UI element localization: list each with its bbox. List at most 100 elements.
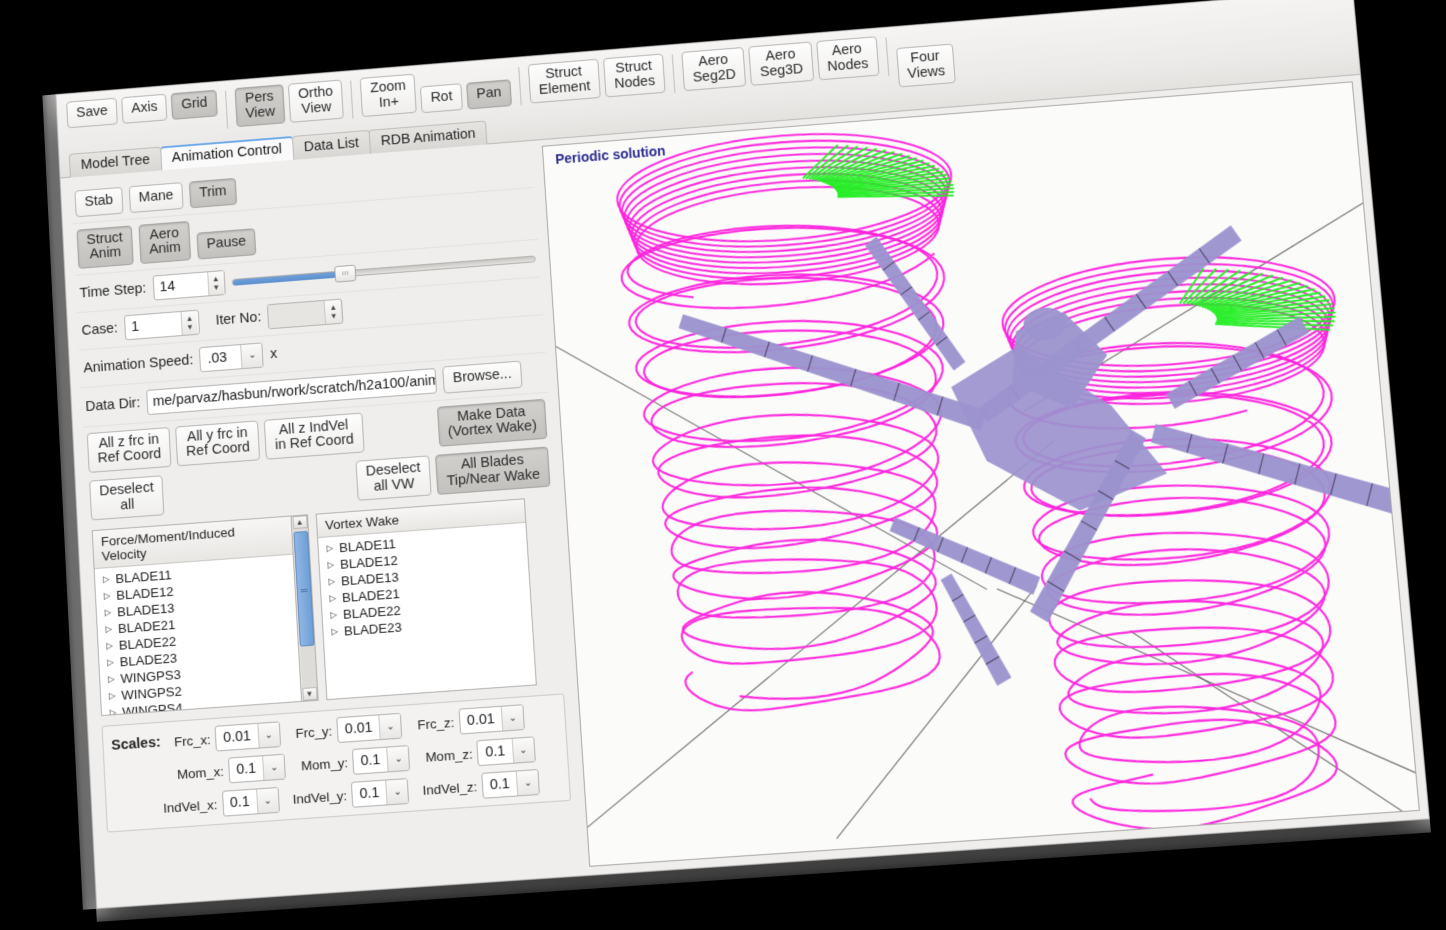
expand-triangle-icon[interactable]: ▷ xyxy=(326,543,333,554)
case-spinner[interactable]: ▲▼ xyxy=(123,309,200,341)
case-label: Case: xyxy=(81,320,119,339)
iter-no-stepper-arrows[interactable]: ▲ ▼ xyxy=(324,299,342,324)
struct-element-button[interactable]: Struct Element xyxy=(527,58,601,104)
scroll-down-button[interactable]: ▼ xyxy=(301,687,318,702)
expand-triangle-icon[interactable]: ▷ xyxy=(105,624,112,635)
indvel-z-combo[interactable]: 0.1 ⌄ xyxy=(481,769,541,800)
expand-triangle-icon[interactable]: ▷ xyxy=(103,591,110,602)
toolbar-separator-1 xyxy=(224,90,229,129)
expand-triangle-icon[interactable]: ▷ xyxy=(108,674,115,685)
save-button[interactable]: Save xyxy=(66,97,118,129)
stab-button[interactable]: Stab xyxy=(74,186,124,218)
pan-button[interactable]: Pan xyxy=(466,79,512,110)
expand-triangle-icon[interactable]: ▷ xyxy=(107,657,114,668)
aero-seg3d-button[interactable]: Aero Seg3D xyxy=(748,41,814,87)
frc-z-label: Frc_z: xyxy=(417,714,455,733)
iter-no-spinner[interactable]: ▲ ▼ xyxy=(267,298,344,330)
slider-handle[interactable]: ııı xyxy=(334,264,357,283)
chevron-down-icon[interactable]: ⌄ xyxy=(256,722,280,748)
expand-triangle-icon[interactable]: ▷ xyxy=(331,626,338,637)
indvel-y-label: IndVel_y: xyxy=(292,787,348,807)
expand-triangle-icon[interactable]: ▷ xyxy=(328,576,335,587)
iter-no-input[interactable] xyxy=(268,300,326,329)
force-moment-induced-velocity-list[interactable]: Force/Moment/Induced Velocity ▷ BLADE11 ▷ B… xyxy=(91,515,303,717)
frc-x-combo[interactable]: 0.01 ⌄ xyxy=(214,721,281,752)
chevron-down-icon[interactable]: ⌄ xyxy=(378,714,402,740)
indvel-y-combo[interactable]: 0.1 ⌄ xyxy=(351,778,410,809)
time-step-spinner[interactable]: ▲▼ xyxy=(152,270,226,301)
indvel-x-combo[interactable]: 0.1 ⌄ xyxy=(221,787,280,817)
deselect-all-vw-button[interactable]: Deselect all VW xyxy=(355,455,432,502)
frc-y-combo[interactable]: 0.01 ⌄ xyxy=(336,713,403,744)
all-z-frc-ref-coord-button[interactable]: All z frc in Ref Coord xyxy=(86,426,172,473)
expand-triangle-icon[interactable]: ▷ xyxy=(327,560,334,571)
animation-speed-value: .03 xyxy=(207,349,228,367)
chevron-down-icon[interactable]: ⌄ xyxy=(500,705,524,731)
time-step-input[interactable] xyxy=(153,272,209,300)
case-input[interactable] xyxy=(124,311,182,340)
3d-viewport[interactable]: Periodic solution xyxy=(541,81,1420,867)
four-views-button[interactable]: Four Views xyxy=(895,43,956,88)
all-y-frc-ref-coord-button[interactable]: All y frc in Ref Coord xyxy=(175,420,261,467)
case-stepper-arrows[interactable]: ▲ ▼ xyxy=(180,310,198,336)
trim-button[interactable]: Trim xyxy=(188,177,237,208)
application-window-wrapper: Save Axis Grid Pers View Ortho View Zoom… xyxy=(42,0,1432,923)
mane-button[interactable]: Mane xyxy=(128,182,184,213)
list-item-label: WINGPS4 xyxy=(121,700,183,716)
chevron-down-icon[interactable]: ⌄ xyxy=(240,343,264,369)
chevron-down-icon[interactable]: ⌄ xyxy=(385,779,409,805)
axis-button[interactable]: Axis xyxy=(121,93,168,124)
expand-triangle-icon[interactable]: ▷ xyxy=(109,707,116,715)
chevron-down-icon[interactable]: ⌄ xyxy=(511,737,535,764)
time-step-label: Time Step: xyxy=(79,280,147,302)
aero-seg2d-button[interactable]: Aero Seg2D xyxy=(681,46,747,92)
scale-frc-y: Frc_y: 0.01 ⌄ xyxy=(295,713,403,746)
all-z-indvel-ref-coord-button[interactable]: All z IndVel in Ref Coord xyxy=(263,412,365,460)
frc-z-combo[interactable]: 0.01 ⌄ xyxy=(458,704,525,735)
toolbar-group-structure: Struct Element Struct Nodes xyxy=(527,53,666,104)
rot-button[interactable]: Rot xyxy=(420,83,463,113)
make-data-vortex-wake-button[interactable]: Make Data (Vortex Wake) xyxy=(436,398,548,447)
frc-z-value: 0.01 xyxy=(466,711,496,730)
zoom-in-button[interactable]: Zoom In+ xyxy=(359,73,418,118)
toolbar-group-aero: Aero Seg2D Aero Seg3D Aero Nodes xyxy=(681,36,880,92)
deselect-all-button[interactable]: Deselect all xyxy=(89,475,165,521)
force-list-items[interactable]: ▷ BLADE11 ▷ BLADE12 ▷ BLADE13 ▷ BLADE21 ▷ BLADE22… xyxy=(95,555,301,716)
indvel-y-value: 0.1 xyxy=(359,785,380,803)
all-blades-tip-near-wake-button[interactable]: All Blades Tip/Near Wake xyxy=(435,446,551,496)
expand-triangle-icon[interactable]: ▷ xyxy=(329,593,336,604)
scroll-up-button[interactable]: ▲ xyxy=(292,515,308,530)
toolbar-separator-4 xyxy=(671,54,676,93)
scale-mom-z: Mom_z: 0.1 ⌄ xyxy=(425,736,536,770)
ortho-view-button[interactable]: Ortho View xyxy=(287,79,345,124)
frc-y-label: Frc_y: xyxy=(295,723,333,741)
aero-anim-button[interactable]: Aero Anim xyxy=(138,220,192,265)
struct-anim-button[interactable]: Struct Anim xyxy=(76,225,134,269)
mom-y-label: Mom_y: xyxy=(300,755,349,774)
expand-triangle-icon[interactable]: ▷ xyxy=(330,610,337,621)
vortex-wake-list[interactable]: Vortex Wake ▷ BLADE11 ▷ BLADE12 ▷ BLADE13 ▷ BLA… xyxy=(315,498,537,701)
struct-nodes-button[interactable]: Struct Nodes xyxy=(602,53,666,98)
browse-button[interactable]: Browse... xyxy=(442,360,523,394)
mom-x-combo[interactable]: 0.1 ⌄ xyxy=(228,753,287,784)
vortex-wake-list-items[interactable]: ▷ BLADE11 ▷ BLADE12 ▷ BLADE13 ▷ BLADE21 ▷ BLADE22… xyxy=(318,523,536,699)
indvel-x-label: IndVel_x: xyxy=(162,796,218,816)
chevron-down-icon[interactable]: ⌄ xyxy=(515,770,540,796)
expand-triangle-icon[interactable]: ▷ xyxy=(104,607,111,618)
pers-view-button[interactable]: Pers View xyxy=(234,84,286,128)
chevron-down-icon[interactable]: ⌄ xyxy=(386,746,410,772)
mom-z-combo[interactable]: 0.1 ⌄ xyxy=(476,736,536,767)
time-step-stepper-arrows[interactable]: ▲ ▼ xyxy=(206,271,225,296)
aero-nodes-button[interactable]: Aero Nodes xyxy=(815,36,880,81)
toolbar-separator-2 xyxy=(350,80,354,119)
window-body: Stab Mane Trim Struct Anim Aero Anim Pau… xyxy=(60,74,1429,909)
chevron-down-icon[interactable]: ⌄ xyxy=(262,755,286,781)
expand-triangle-icon[interactable]: ▷ xyxy=(103,574,110,585)
expand-triangle-icon[interactable]: ▷ xyxy=(106,641,113,652)
animation-speed-combo[interactable]: .03 ⌄ xyxy=(199,342,265,373)
chevron-down-icon[interactable]: ⌄ xyxy=(255,788,279,814)
expand-triangle-icon[interactable]: ▷ xyxy=(109,691,116,702)
grid-button[interactable]: Grid xyxy=(171,89,218,120)
mom-y-combo[interactable]: 0.1 ⌄ xyxy=(352,745,411,776)
pause-button[interactable]: Pause xyxy=(196,228,257,260)
